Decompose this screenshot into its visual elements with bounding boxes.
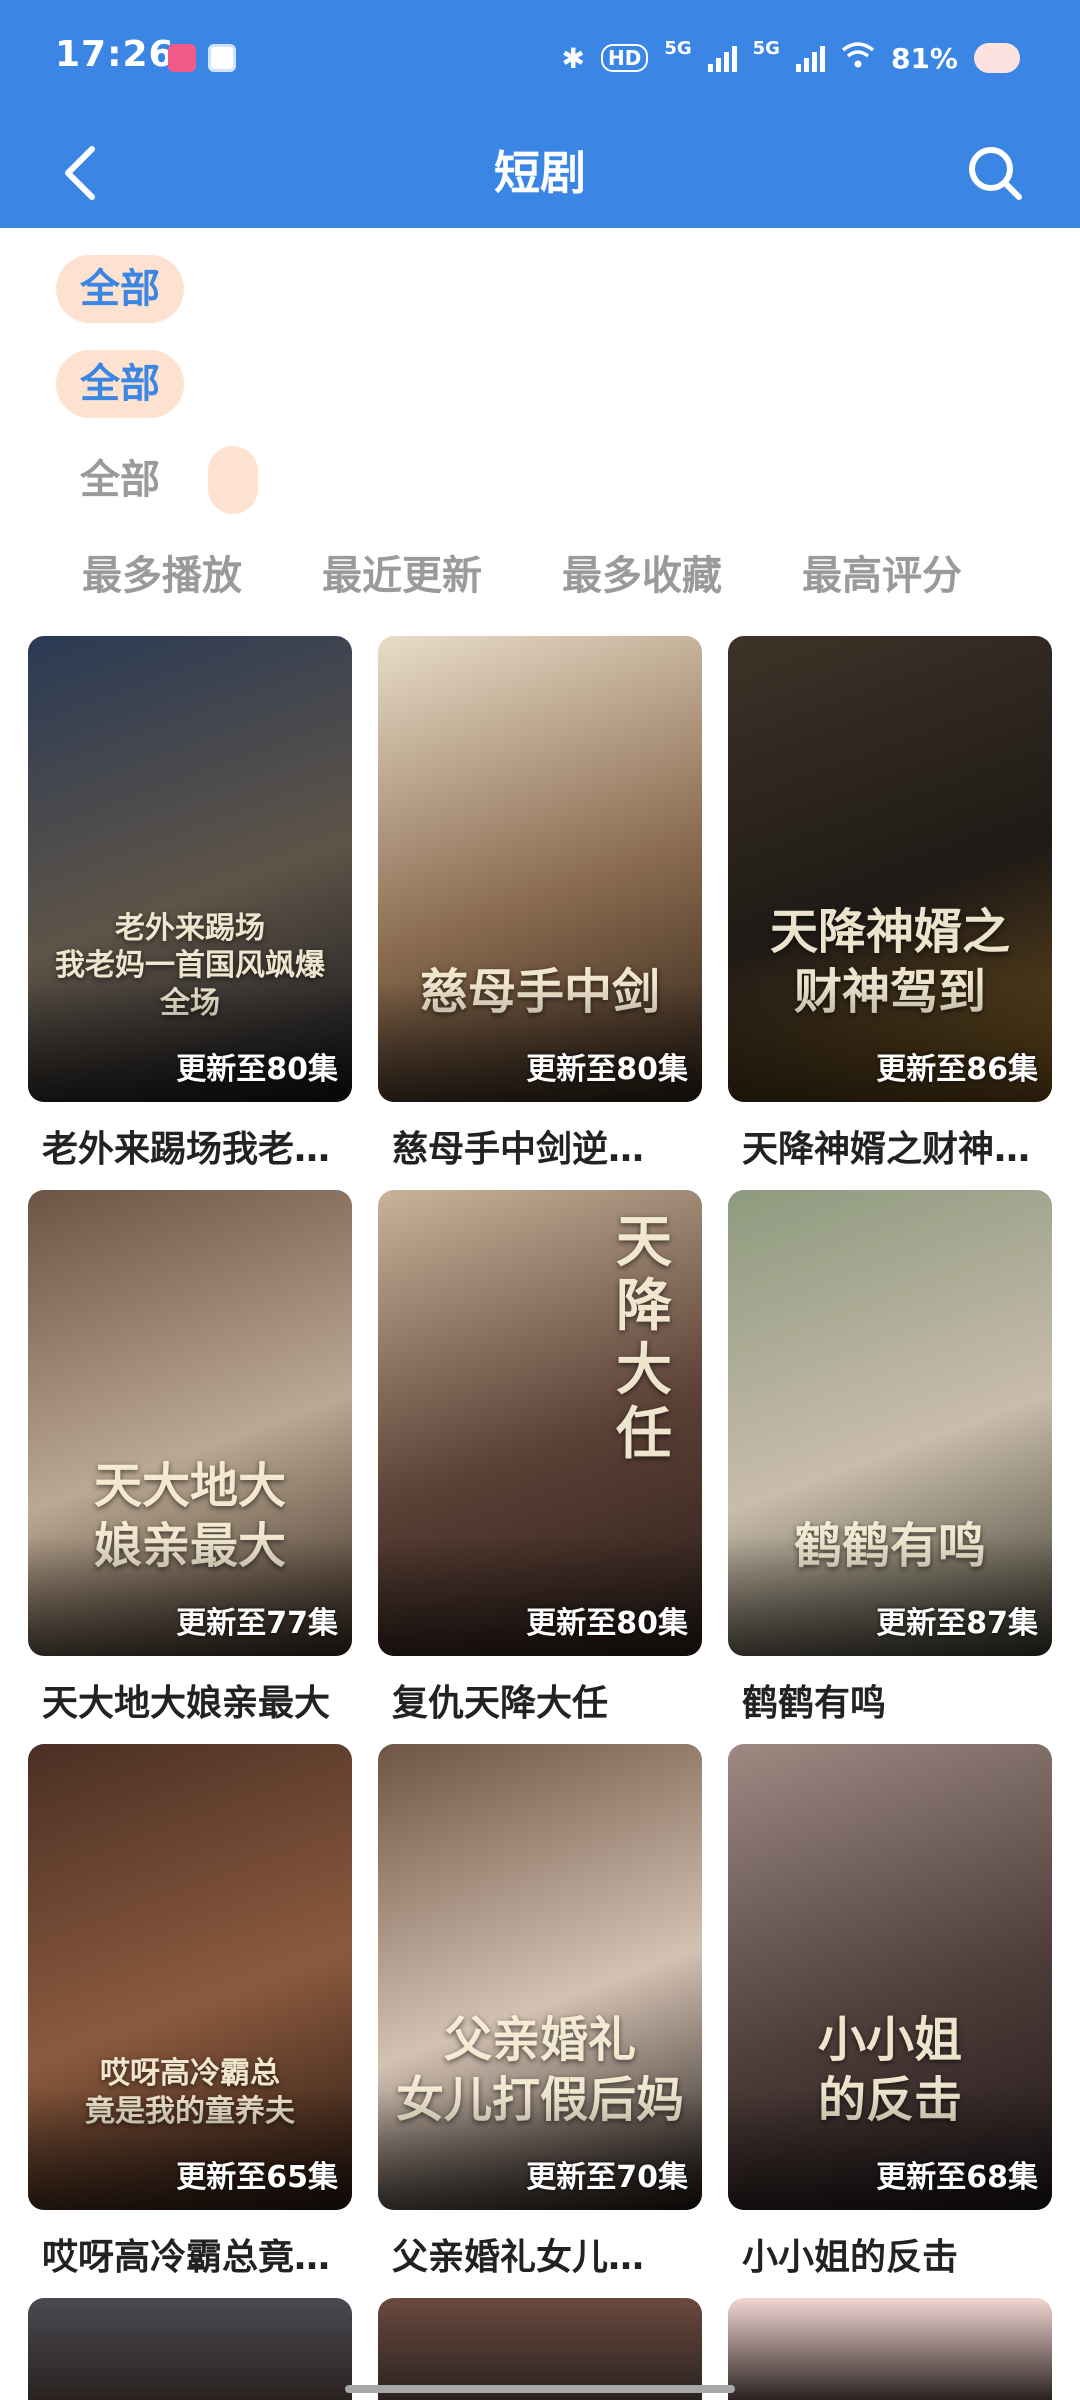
status-time: 17:26 xyxy=(55,34,175,75)
drama-title[interactable]: 父亲婚礼女儿… xyxy=(378,2230,702,2286)
drama-title[interactable]: 天大地大娘亲最大 xyxy=(28,1676,352,1732)
filter-row-1: 全部 xyxy=(56,255,184,323)
filter-chip-all[interactable]: 全部 xyxy=(56,350,184,418)
episode-badge: 更新至70集 xyxy=(526,2160,688,2195)
status-bar: 17:26 ✱ HD 5G 5G 81% xyxy=(0,0,1080,118)
episode-badge: 更新至87集 xyxy=(876,1606,1038,1641)
back-button[interactable] xyxy=(40,118,120,228)
drama-title[interactable]: 哎呀高冷霸总竟… xyxy=(28,2230,352,2286)
page-title: 短剧 xyxy=(494,146,586,200)
sort-most-favorited[interactable]: 最多收藏 xyxy=(562,546,722,606)
battery-level: 81% xyxy=(890,41,958,75)
drama-card[interactable]: 天 降 大 任更新至80集复仇天降大任 xyxy=(378,1190,702,1744)
notification-app-icon xyxy=(168,44,196,72)
drama-grid: 老外来踢场 我老妈一首国风飒爆全场更新至80集老外来踢场我老…慈母手中剑更新至8… xyxy=(28,636,1052,2298)
search-button[interactable] xyxy=(950,118,1040,228)
episode-badge: 更新至80集 xyxy=(526,1606,688,1641)
episode-badge: 更新至86集 xyxy=(876,1052,1038,1087)
app-header: 17:26 ✱ HD 5G 5G 81% 短剧 xyxy=(0,0,1080,228)
episode-badge: 更新至80集 xyxy=(526,1052,688,1087)
drama-card[interactable]: 哎呀高冷霸总 竟是我的童养夫更新至65集哎呀高冷霸总竟… xyxy=(28,1744,352,2298)
sort-most-played[interactable]: 最多播放 xyxy=(82,546,242,606)
drama-card[interactable]: 父亲婚礼 女儿打假后妈更新至70集父亲婚礼女儿… xyxy=(378,1744,702,2298)
top-nav: 短剧 xyxy=(0,118,1080,228)
notification-app-icon-2 xyxy=(208,44,236,72)
drama-poster[interactable]: 小小姐 的反击更新至68集 xyxy=(728,1744,1052,2210)
drama-card[interactable]: 天大地大 娘亲最大更新至77集天大地大娘亲最大 xyxy=(28,1190,352,1744)
drama-poster[interactable]: 慈母手中剑更新至80集 xyxy=(378,636,702,1102)
drama-poster[interactable]: 老外来踢场 我老妈一首国风飒爆全场更新至80集 xyxy=(28,636,352,1102)
status-icons: ✱ HD 5G 5G 81% xyxy=(562,38,1020,78)
sort-recent-update[interactable]: 最近更新 xyxy=(322,546,482,606)
pet-icon xyxy=(974,43,1020,73)
drama-title[interactable]: 小小姐的反击 xyxy=(728,2230,1052,2286)
filter-chip-all[interactable]: 全部 xyxy=(56,255,184,323)
sort-highest-rated[interactable]: 最高评分 xyxy=(802,546,962,606)
network-label-2: 5G xyxy=(752,38,780,59)
drama-card[interactable]: 老外来踢场 我老妈一首国风飒爆全场更新至80集老外来踢场我老… xyxy=(28,636,352,1190)
episode-badge: 更新至65集 xyxy=(176,2160,338,2195)
filter-row-2: 全部 xyxy=(56,350,184,418)
search-icon xyxy=(969,147,1022,200)
drama-poster-partial[interactable] xyxy=(728,2298,1052,2400)
filter-row-3: 全部 xyxy=(56,446,258,514)
signal-icon-1 xyxy=(707,44,737,72)
back-arrow-icon xyxy=(65,146,95,200)
drama-poster[interactable]: 天 降 大 任更新至80集 xyxy=(378,1190,702,1656)
filter-chip-selected[interactable] xyxy=(208,446,258,514)
drama-title[interactable]: 天降神婿之财神… xyxy=(728,1122,1052,1178)
drama-title[interactable]: 鹤鹤有鸣 xyxy=(728,1676,1052,1732)
drama-poster[interactable]: 哎呀高冷霸总 竟是我的童养夫更新至65集 xyxy=(28,1744,352,2210)
drama-card[interactable]: 鹤鹤有鸣更新至87集鹤鹤有鸣 xyxy=(728,1190,1052,1744)
drama-card[interactable]: 慈母手中剑更新至80集慈母手中剑逆… xyxy=(378,636,702,1190)
drama-poster[interactable]: 天降神婿之 财神驾到更新至86集 xyxy=(728,636,1052,1102)
filter-chip-all[interactable]: 全部 xyxy=(56,446,184,514)
drama-title[interactable]: 慈母手中剑逆… xyxy=(378,1122,702,1178)
wifi-icon xyxy=(841,41,875,76)
episode-badge: 更新至77集 xyxy=(176,1606,338,1641)
drama-poster[interactable]: 天大地大 娘亲最大更新至77集 xyxy=(28,1190,352,1656)
bluetooth-icon: ✱ xyxy=(561,41,585,75)
sort-tabs: 最多播放 最近更新 最多收藏 最高评分 xyxy=(82,546,962,606)
poster-title-art: 天 降 大 任 xyxy=(616,1209,672,1467)
drama-title[interactable]: 老外来踢场我老… xyxy=(28,1122,352,1178)
drama-card[interactable]: 小小姐 的反击更新至68集小小姐的反击 xyxy=(728,1744,1052,2298)
network-label-1: 5G xyxy=(664,38,692,59)
episode-badge: 更新至80集 xyxy=(176,1052,338,1087)
drama-card[interactable]: 天降神婿之 财神驾到更新至86集天降神婿之财神… xyxy=(728,636,1052,1190)
episode-badge: 更新至68集 xyxy=(876,2160,1038,2195)
hd-icon: HD xyxy=(601,44,649,72)
drama-poster-partial[interactable] xyxy=(28,2298,352,2400)
drama-poster[interactable]: 父亲婚礼 女儿打假后妈更新至70集 xyxy=(378,1744,702,2210)
signal-icon-2 xyxy=(795,44,825,72)
drama-title[interactable]: 复仇天降大任 xyxy=(378,1676,702,1732)
drama-poster[interactable]: 鹤鹤有鸣更新至87集 xyxy=(728,1190,1052,1656)
home-indicator[interactable] xyxy=(345,2385,735,2393)
